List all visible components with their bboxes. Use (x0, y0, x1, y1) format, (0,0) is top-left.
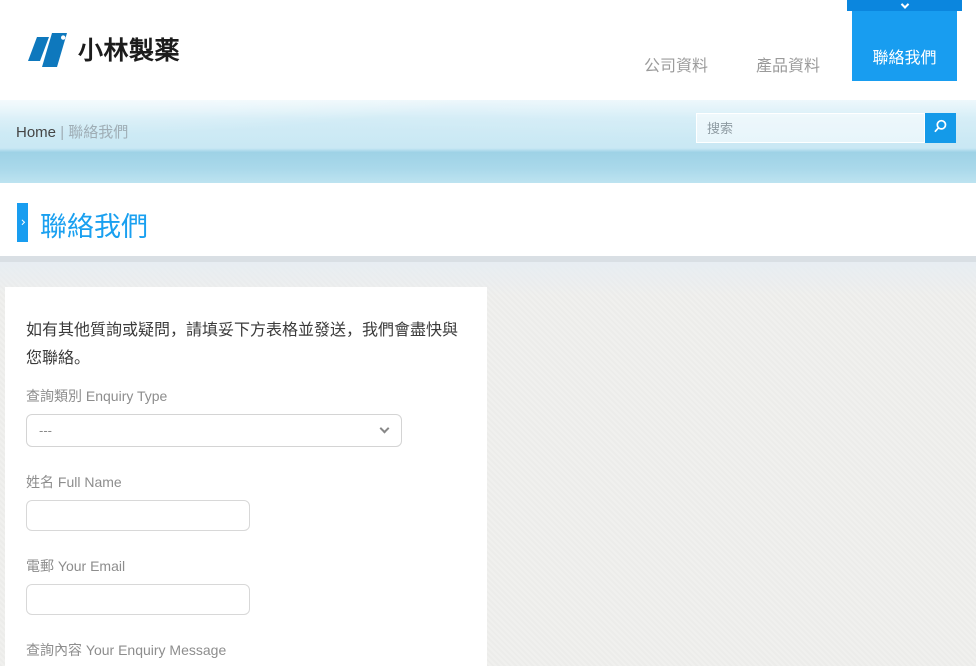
enquiry-type-select[interactable]: --- (26, 414, 402, 447)
email-input[interactable] (26, 584, 250, 615)
field-email: 電郵 Your Email (26, 556, 466, 615)
breadcrumb: Home | 聯絡我們 (16, 121, 128, 142)
nav-item-contact-us[interactable]: 聯絡我們 (852, 0, 957, 81)
page-title: 聯絡我們 (40, 205, 148, 244)
search-input[interactable] (696, 113, 925, 143)
full-name-input[interactable] (26, 500, 250, 531)
contact-form-card: 如有其他質詢或疑問，請填妥下方表格並發送，我們會盡快與您聯絡。 查詢類別 Enq… (5, 287, 487, 666)
main-content: 如有其他質詢或疑問，請填妥下方表格並發送，我們會盡快與您聯絡。 查詢類別 Enq… (0, 262, 976, 666)
search-bar (696, 113, 956, 143)
nav-item-company-info[interactable]: 公司資料 (644, 52, 708, 76)
full-name-label: 姓名 Full Name (26, 472, 466, 492)
chevron-right-icon (19, 219, 25, 225)
nav-item-product-info[interactable]: 產品資料 (756, 52, 820, 76)
enquiry-type-select-wrap: --- (26, 414, 402, 447)
breadcrumb-home-link[interactable]: Home (16, 124, 56, 141)
kobayashi-logo-icon (27, 30, 71, 73)
nav-item-contact-label: 聯絡我們 (852, 44, 957, 68)
enquiry-type-label: 查詢類別 Enquiry Type (26, 386, 466, 406)
enquiry-message-label: 查詢內容 Your Enquiry Message (26, 640, 466, 660)
brand-wordmark: 小林製薬 (78, 39, 180, 64)
page-title-section: 聯絡我們 (0, 183, 976, 262)
form-intro-text: 如有其他質詢或疑問，請填妥下方表格並發送，我們會盡快與您聯絡。 (26, 317, 473, 373)
title-marker (17, 203, 28, 242)
site-header: 小林製薬 公司資料 產品資料 聯絡我們 (0, 0, 976, 100)
breadcrumb-band: Home | 聯絡我們 (0, 100, 976, 183)
field-enquiry-message: 查詢內容 Your Enquiry Message (26, 640, 466, 666)
email-label: 電郵 Your Email (26, 556, 466, 576)
chevron-down-icon (900, 0, 908, 8)
magnifier-icon (932, 118, 949, 138)
breadcrumb-separator: | (60, 124, 64, 141)
brand-logo[interactable]: 小林製薬 (27, 30, 180, 73)
search-button[interactable] (925, 113, 956, 143)
nav-dropdown-strip[interactable] (847, 0, 962, 11)
field-enquiry-type: 查詢類別 Enquiry Type --- (26, 386, 466, 447)
breadcrumb-current: 聯絡我們 (68, 124, 128, 141)
field-full-name: 姓名 Full Name (26, 472, 466, 531)
